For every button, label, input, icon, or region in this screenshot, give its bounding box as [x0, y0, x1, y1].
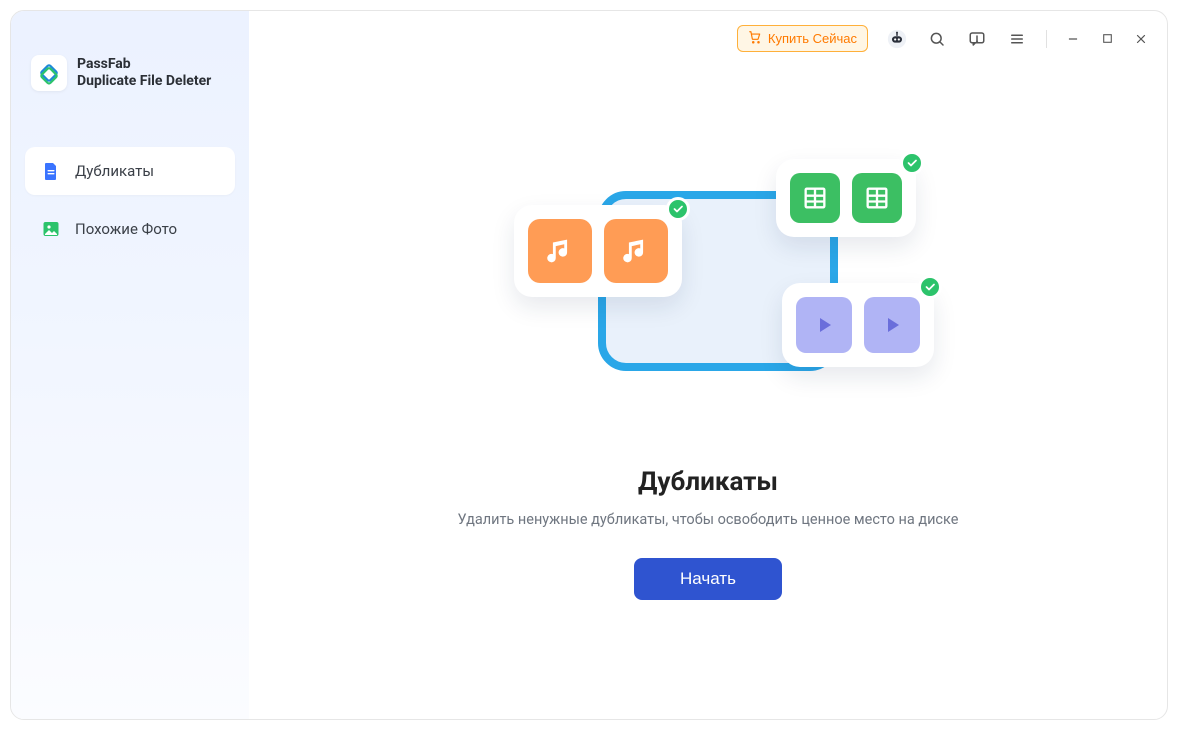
duplicate-card-video [782, 283, 934, 367]
toolbar-divider [1046, 30, 1047, 48]
spreadsheet-icon [790, 173, 840, 223]
photo-icon [41, 219, 61, 239]
toolbar: Купить Сейчас [737, 25, 1149, 52]
main-content: Купить Сейчас [249, 11, 1167, 719]
check-icon [666, 197, 690, 221]
sidebar: PassFab Duplicate File Deleter Дубликаты… [11, 11, 249, 719]
sidebar-item-label: Дубликаты [75, 162, 154, 180]
check-icon [900, 151, 924, 175]
hero-illustration [508, 141, 908, 431]
hamburger-icon[interactable] [1006, 28, 1028, 50]
duplicate-card-music [514, 205, 682, 297]
buy-now-label: Купить Сейчас [768, 31, 857, 46]
duplicate-card-spreadsheet [776, 159, 916, 237]
play-icon [796, 297, 852, 353]
sidebar-item-duplicates[interactable]: Дубликаты [25, 147, 235, 195]
app-logo-icon [31, 55, 67, 91]
app-window: PassFab Duplicate File Deleter Дубликаты… [10, 10, 1168, 720]
document-icon [41, 161, 61, 181]
sidebar-item-label: Похожие Фото [75, 220, 177, 238]
minimize-icon[interactable] [1065, 31, 1081, 47]
check-icon [918, 275, 942, 299]
maximize-icon[interactable] [1099, 31, 1115, 47]
start-button[interactable]: Начать [634, 558, 782, 600]
chat-bubble-icon[interactable] [966, 28, 988, 50]
page-title: Дубликаты [638, 467, 778, 497]
robot-face-icon[interactable] [886, 28, 908, 50]
spreadsheet-icon [852, 173, 902, 223]
cart-icon [748, 30, 762, 47]
music-note-icon [528, 219, 592, 283]
close-icon[interactable] [1133, 31, 1149, 47]
play-icon [864, 297, 920, 353]
app-name-line1: PassFab [77, 56, 211, 73]
app-logo: PassFab Duplicate File Deleter [31, 55, 235, 91]
page-subtitle: Удалить ненужные дубликаты, чтобы освобо… [458, 511, 959, 528]
search-icon[interactable] [926, 28, 948, 50]
app-name-line2: Duplicate File Deleter [77, 73, 211, 90]
sidebar-item-similar-photos[interactable]: Похожие Фото [25, 205, 235, 253]
buy-now-button[interactable]: Купить Сейчас [737, 25, 868, 52]
music-note-icon [604, 219, 668, 283]
